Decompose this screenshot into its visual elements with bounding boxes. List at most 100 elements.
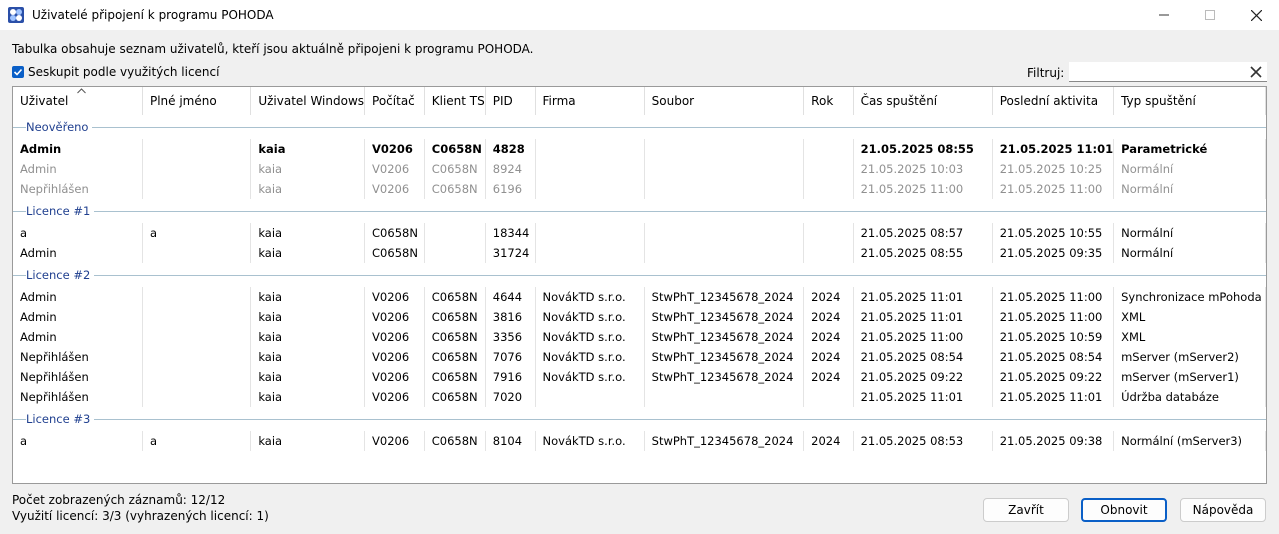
clear-filter-icon[interactable] [1250,66,1262,78]
table-cell: C0658N [424,367,486,387]
table-cell: Admin [13,287,143,307]
table-cell: kaia [250,431,366,451]
table-row[interactable]: Admin kaia V0206 C0658N 4828 21.05.2025 08:55… [13,139,1266,159]
minimize-button[interactable] [1141,0,1187,30]
group-label: Licence #1 [26,204,95,218]
column-header-start-time[interactable]: Čas spuštění [853,87,993,115]
table-cell [424,243,486,263]
close-button[interactable]: Zavřít [983,498,1069,522]
column-header-last-activity[interactable]: Poslední aktivita [992,87,1115,115]
column-header-year[interactable]: Rok [803,87,854,115]
group-header-row[interactable]: Licence #1 [13,199,1266,223]
table-row[interactable]: Nepřihlášen kaia V0206 C0658N 7076 NovákTD s.… [13,347,1266,367]
table-cell: 21.05.2025 11:01 [992,387,1115,407]
table-cell: Admin [13,243,143,263]
table-cell: C0658N [424,387,486,407]
column-header-start-type[interactable]: Typ spuštění [1113,87,1266,115]
users-table: Uživatel Plné jméno Uživatel Windows Poč… [13,87,1266,451]
filter-input[interactable] [1069,62,1267,82]
table-cell: kaia [250,139,366,159]
table-cell: C0658N [424,287,486,307]
column-header-file[interactable]: Soubor [644,87,805,115]
group-by-license-label: Seskupit podle využitých licencí [28,65,220,79]
table-cell: mServer (mServer1) [1113,367,1266,387]
table-cell: C0658N [424,307,486,327]
group-separator-line [13,211,1266,212]
table-row[interactable]: Admin kaia V0206 C0658N 4644 NovákTD s.r.o. St… [13,287,1266,307]
column-header-ts-client[interactable]: Klient TS [424,87,486,115]
table-cell [535,387,645,407]
maximize-button[interactable] [1187,0,1233,30]
table-row[interactable]: a a kaia C0658N 18344 21.05.2025 08:57 21.05.2… [13,223,1266,243]
close-window-button[interactable] [1233,0,1279,30]
column-header-full-name[interactable]: Plné jméno [142,87,252,115]
table-cell [535,159,645,179]
checkbox-checked-icon [12,66,24,78]
group-header-row[interactable]: Licence #2 [13,263,1266,287]
info-text: Tabulka obsahuje seznam uživatelů, kteří… [12,42,534,56]
column-header-user[interactable]: Uživatel [13,87,143,115]
table-cell: XML [1113,327,1266,347]
group-by-license-checkbox[interactable]: Seskupit podle využitých licencí [12,65,219,79]
table-row[interactable]: Admin kaia V0206 C0658N 3816 NovákTD s.r.o. St… [13,307,1266,327]
table-cell [142,139,252,159]
table-cell: a [13,431,143,451]
table-cell: 6196 [485,179,536,199]
table-cell: 8104 [485,431,536,451]
table-cell: NovákTD s.r.o. [535,327,645,347]
column-header-pid[interactable]: PID [485,87,536,115]
table-cell: 21.05.2025 11:01 [992,139,1115,159]
table-cell: 21.05.2025 10:55 [992,223,1115,243]
group-header-cell: Licence #2 [13,263,1266,287]
table-cell: NovákTD s.r.o. [535,347,645,367]
table-cell [142,387,252,407]
table-cell: V0206 [364,387,425,407]
table-cell: C0658N [424,431,486,451]
table-cell: kaia [250,347,366,367]
table-cell: 2024 [803,327,854,347]
table-cell: V0206 [364,287,425,307]
table-row[interactable]: Nepřihlášen kaia V0206 C0658N 6196 21.05.2025… [13,179,1266,199]
table-cell: StwPhT_12345678_2024 [644,431,805,451]
table-cell: kaia [250,387,366,407]
table-row[interactable]: a a kaia V0206 C0658N 8104 NovákTD s.r.o. StwPh… [13,431,1266,451]
table-row[interactable]: Nepřihlášen kaia V0206 C0658N 7020 21.05.2025… [13,387,1266,407]
table-cell [803,387,854,407]
table-cell: kaia [250,327,366,347]
table-cell [535,223,645,243]
table-row[interactable]: Admin kaia V0206 C0658N 8924 21.05.2025 10:03… [13,159,1266,179]
table-cell: C0658N [364,223,425,243]
table-cell: Admin [13,139,143,159]
table-cell: 21.05.2025 11:01 [853,287,993,307]
help-button[interactable]: Nápověda [1180,498,1266,522]
table-cell: 21.05.2025 11:00 [853,327,993,347]
users-grid[interactable]: Uživatel Plné jméno Uživatel Windows Poč… [12,86,1267,484]
table-cell: kaia [250,223,366,243]
table-cell [803,223,854,243]
table-cell: 7916 [485,367,536,387]
group-header-row[interactable]: Neověřeno [13,115,1266,139]
minimize-icon [1159,14,1169,16]
table-cell: NovákTD s.r.o. [535,307,645,327]
table-cell [803,243,854,263]
table-cell: 21.05.2025 09:35 [992,243,1115,263]
table-cell: V0206 [364,431,425,451]
table-cell: V0206 [364,347,425,367]
table-row[interactable]: Admin kaia C0658N 31724 21.05.2025 08:55 21.0… [13,243,1266,263]
table-cell: Normální [1113,159,1266,179]
refresh-button[interactable]: Obnovit [1081,498,1167,522]
table-cell: 4644 [485,287,536,307]
group-header-row[interactable]: Licence #3 [13,407,1266,431]
table-row[interactable]: Admin kaia V0206 C0658N 3356 NovákTD s.r.o. St… [13,327,1266,347]
group-separator-line [13,127,1266,128]
table-cell [142,159,252,179]
table-cell: 3816 [485,307,536,327]
column-header-computer[interactable]: Počítač [364,87,425,115]
table-cell: a [13,223,143,243]
column-header-company[interactable]: Firma [535,87,645,115]
table-cell: StwPhT_12345678_2024 [644,367,805,387]
table-cell: 21.05.2025 08:55 [853,243,993,263]
table-row[interactable]: Nepřihlášen kaia V0206 C0658N 7916 NovákTD s.… [13,367,1266,387]
table-cell: V0206 [364,179,425,199]
column-header-windows-user[interactable]: Uživatel Windows [250,87,366,115]
